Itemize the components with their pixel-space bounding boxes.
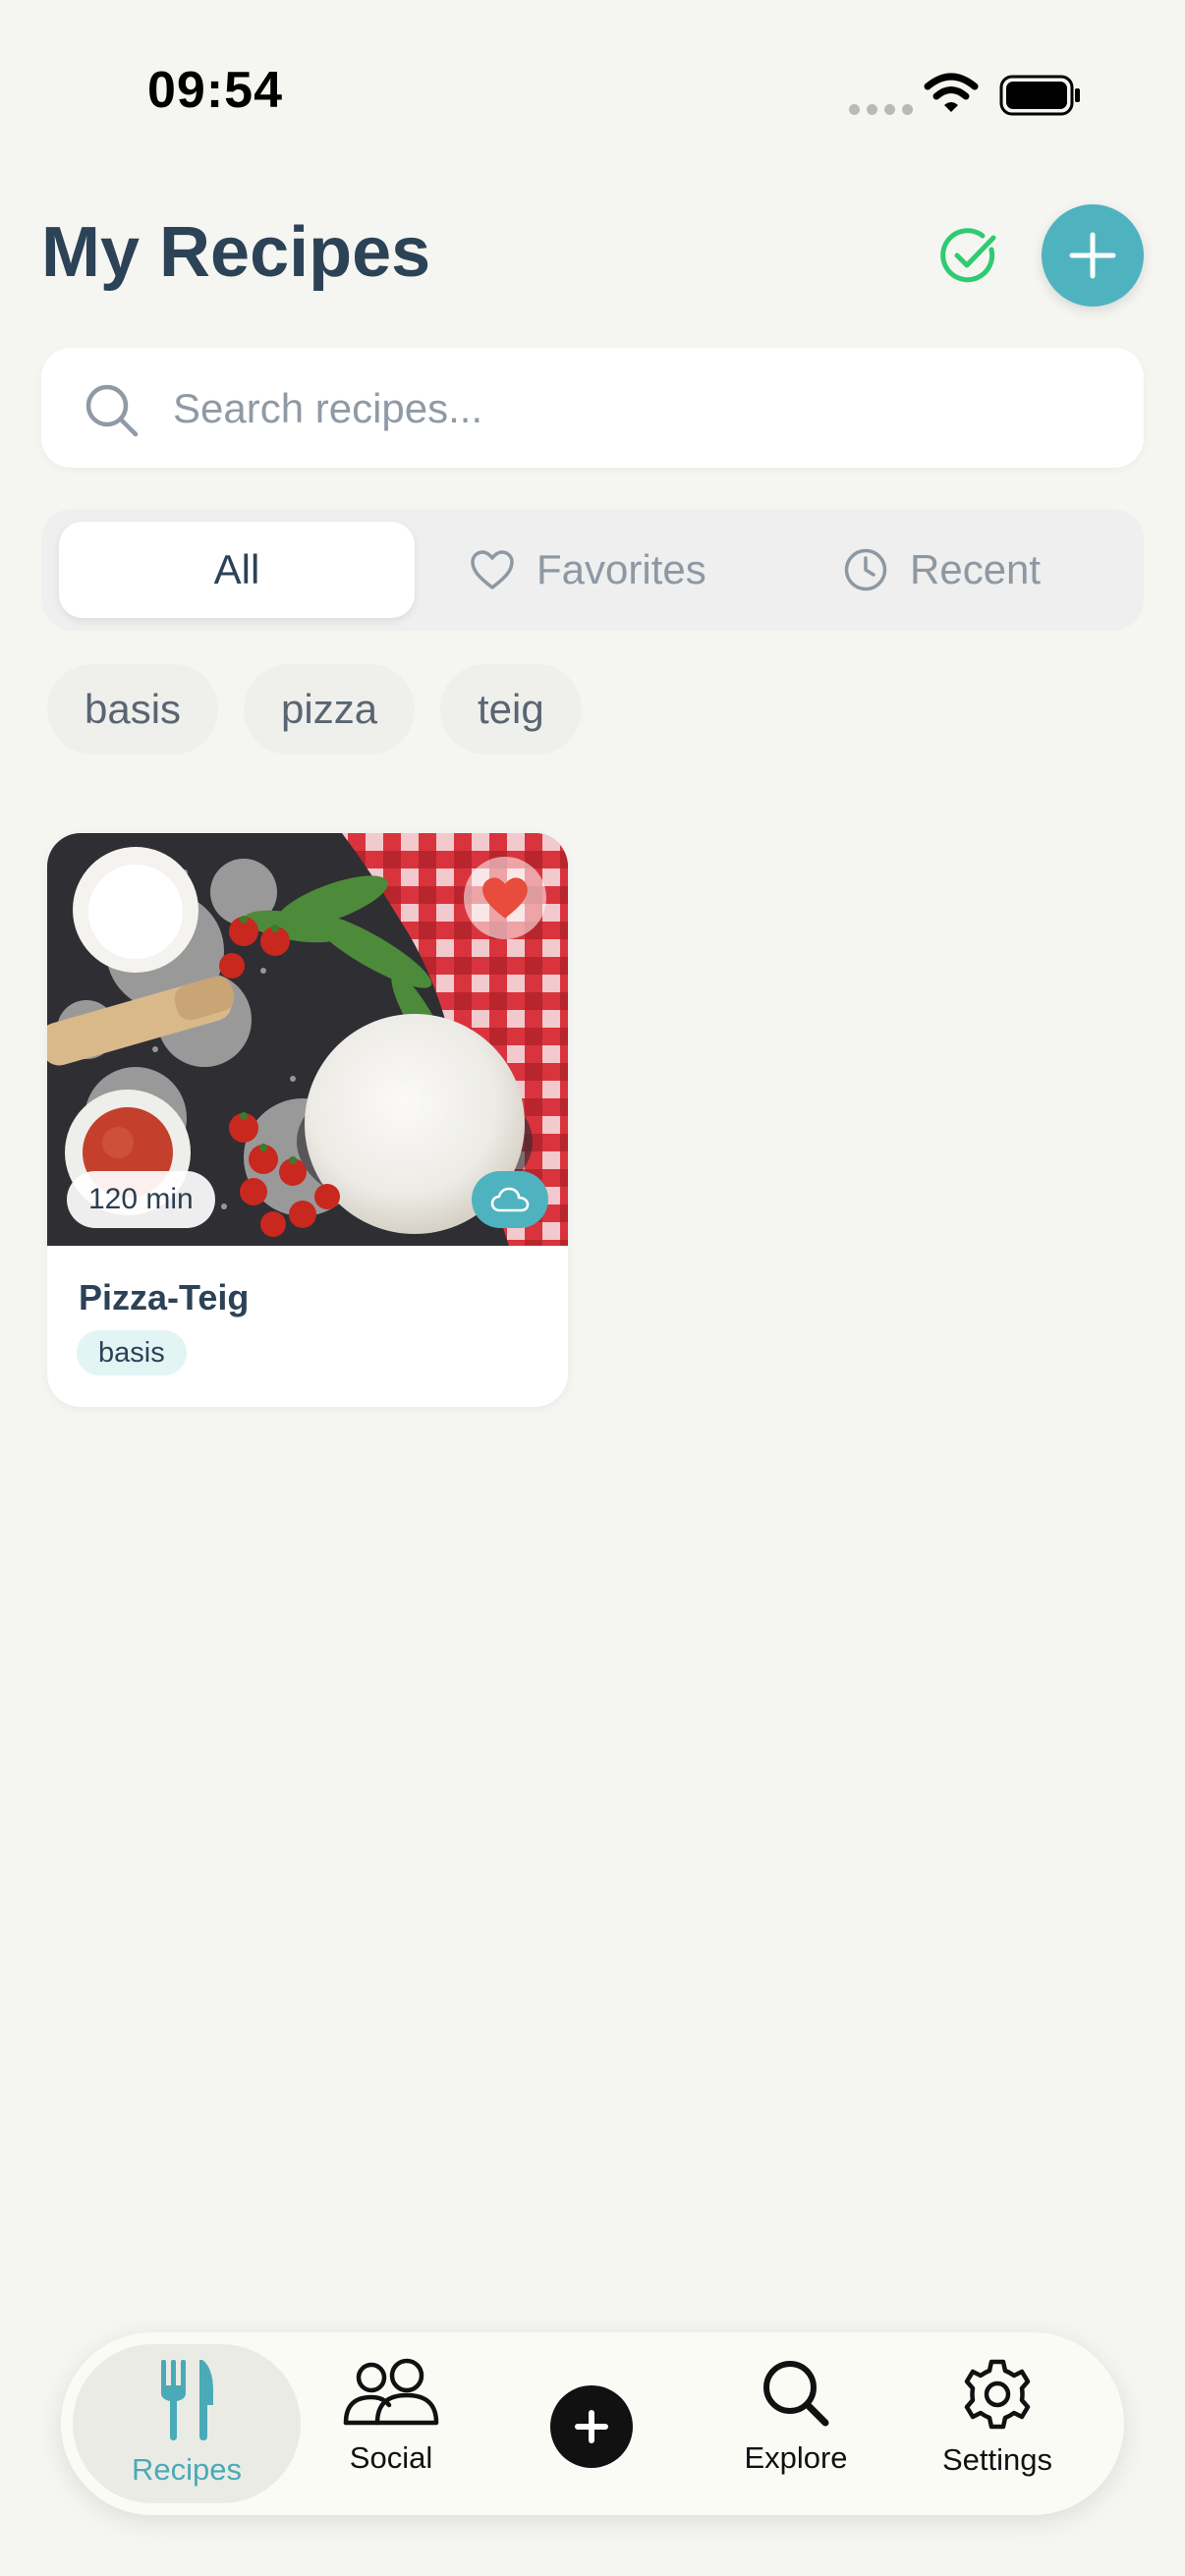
sync-check-icon[interactable]	[939, 226, 1000, 287]
nav-label-recipes: Recipes	[132, 2452, 242, 2487]
heart-filled-icon	[482, 877, 528, 919]
heart-icon	[471, 550, 514, 589]
tag-chip-basis[interactable]: basis	[47, 664, 219, 755]
nav-item-explore[interactable]: Explore	[715, 2358, 876, 2476]
nav-label-social: Social	[349, 2440, 433, 2475]
nav-label-settings: Settings	[941, 2442, 1052, 2477]
nav-add-button[interactable]	[550, 2385, 633, 2468]
nav-item-recipes[interactable]: Recipes	[73, 2358, 301, 2488]
tab-recent-label: Recent	[910, 546, 1042, 592]
cloud-icon	[490, 1187, 530, 1212]
favorite-button[interactable]	[464, 857, 546, 939]
nav-item-settings[interactable]: Settings	[914, 2358, 1081, 2478]
fork-knife-icon	[161, 2360, 213, 2440]
wifi-icon	[924, 73, 979, 112]
people-icon	[343, 2358, 439, 2426]
recipe-title: Pizza-Teig	[79, 1277, 250, 1317]
nav-item-social[interactable]: Social	[312, 2358, 470, 2476]
status-time: 09:54	[147, 62, 283, 119]
page-title: My Recipes	[41, 213, 431, 292]
cloud-sync-badge	[472, 1171, 548, 1228]
battery-icon	[999, 75, 1080, 116]
cellular-signal-icon	[849, 104, 913, 115]
plus-icon	[575, 2410, 608, 2443]
tab-recent[interactable]: Recent	[843, 522, 1041, 618]
tab-favorites-label: Favorites	[536, 546, 706, 592]
magnifier-icon	[763, 2361, 829, 2427]
gear-icon	[964, 2359, 1031, 2430]
add-recipe-button[interactable]	[1042, 204, 1144, 307]
tag-chip-teig[interactable]: teig	[440, 664, 582, 755]
search-input[interactable]	[171, 365, 1118, 452]
search-icon	[85, 384, 139, 437]
tab-all[interactable]: All	[59, 522, 415, 618]
nav-label-explore: Explore	[744, 2440, 848, 2475]
plus-icon	[1069, 232, 1116, 279]
clock-icon	[844, 548, 887, 591]
tab-favorites[interactable]: Favorites	[470, 522, 706, 618]
cook-time-badge: 120 min	[67, 1171, 215, 1228]
tag-chip-pizza[interactable]: pizza	[244, 664, 416, 755]
recipe-card[interactable]: 120 min Pizza-Teig basis	[47, 833, 568, 1407]
recipe-tag: basis	[77, 1330, 187, 1375]
